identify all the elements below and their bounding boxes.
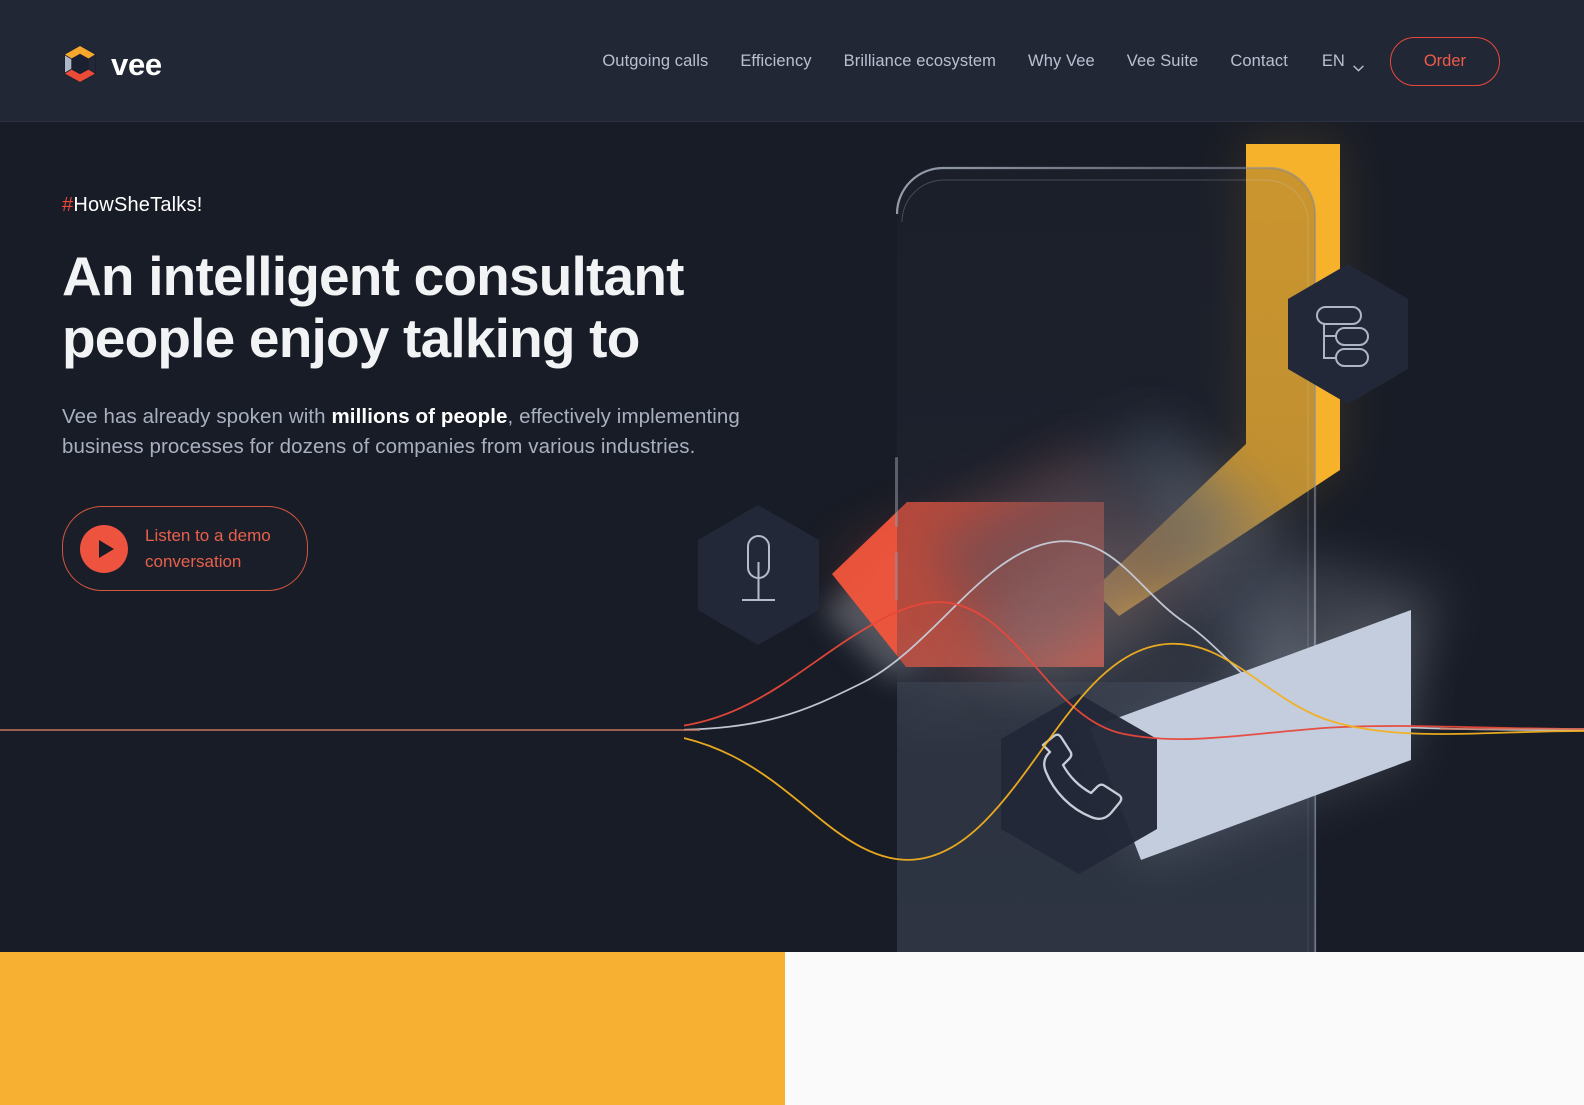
headline-line-1: An intelligent consultant bbox=[62, 245, 684, 307]
chevron-down-icon bbox=[1353, 58, 1364, 72]
nav-item-contact[interactable]: Contact bbox=[1214, 52, 1304, 71]
demo-label-line-1: Listen to a demo bbox=[145, 526, 271, 546]
landing-page: vee Outgoing calls Efficiency Brilliance… bbox=[0, 0, 1584, 1105]
hero-section: #HowSheTalks! An intelligent consultant … bbox=[0, 122, 1584, 952]
nav-item-efficiency[interactable]: Efficiency bbox=[724, 52, 827, 71]
next-section-panel bbox=[0, 952, 1584, 1105]
vee-hexagon-logo-icon bbox=[62, 44, 98, 84]
hashtag-text: HowSheTalks! bbox=[73, 194, 203, 216]
nav-item-brilliance-ecosystem[interactable]: Brilliance ecosystem bbox=[828, 52, 1012, 71]
nav-item-outgoing-calls[interactable]: Outgoing calls bbox=[586, 52, 724, 71]
subcopy-part-1: Vee has already spoken with bbox=[62, 405, 332, 429]
listen-demo-label: Listen to a demo conversation bbox=[145, 523, 271, 574]
hero-illustration bbox=[0, 122, 1584, 952]
nav-item-vee-suite[interactable]: Vee Suite bbox=[1111, 52, 1215, 71]
site-header: vee Outgoing calls Efficiency Brilliance… bbox=[0, 0, 1584, 122]
listen-demo-button[interactable]: Listen to a demo conversation bbox=[62, 506, 308, 592]
demo-label-line-2: conversation bbox=[145, 551, 242, 571]
hero-subcopy: Vee has already spoken with millions of … bbox=[62, 402, 762, 462]
page-title: An intelligent consultant people enjoy t… bbox=[62, 245, 762, 369]
hashtag-symbol: # bbox=[62, 194, 74, 216]
brand-logo[interactable]: vee bbox=[62, 44, 162, 84]
brand-name: vee bbox=[111, 46, 162, 82]
yellow-feature-block bbox=[0, 952, 785, 1105]
order-button[interactable]: Order bbox=[1389, 36, 1500, 86]
main-nav: Outgoing calls Efficiency Brilliance eco… bbox=[586, 0, 1500, 122]
hero-tagline: #HowSheTalks! bbox=[62, 194, 762, 217]
nav-item-why-vee[interactable]: Why Vee bbox=[1012, 52, 1111, 71]
language-selector[interactable]: EN bbox=[1304, 51, 1378, 72]
headline-line-2: people enjoy talking to bbox=[62, 306, 640, 369]
subcopy-highlight: millions of people bbox=[331, 405, 508, 429]
play-icon bbox=[80, 524, 128, 573]
language-label: EN bbox=[1321, 51, 1345, 70]
hero-copy: #HowSheTalks! An intelligent consultant … bbox=[62, 194, 762, 592]
